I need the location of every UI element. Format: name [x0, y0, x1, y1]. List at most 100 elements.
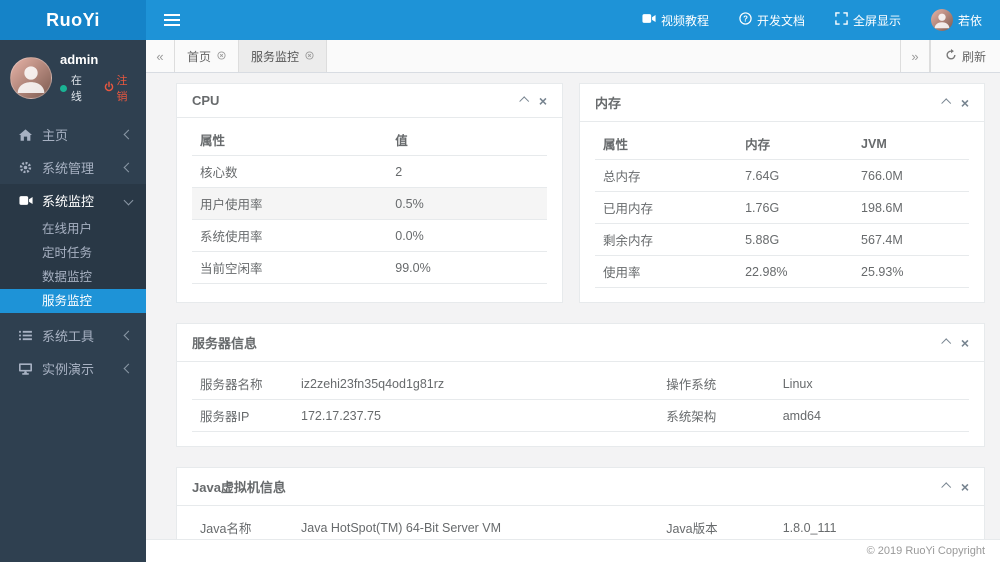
table-row: 服务器IP 172.17.237.75 系统架构 amd64	[192, 399, 969, 432]
table-cell: 服务器IP	[192, 399, 293, 432]
menu-label: 系统监控	[42, 194, 95, 209]
tabs-scroll-left-button[interactable]: «	[146, 40, 175, 72]
power-icon	[104, 81, 114, 95]
sidebar: admin 在线 注销 主页 系统管理 系统监控 在线用户 定时任务 数据监控 …	[0, 40, 146, 562]
table-cell: 1.8.0_111	[774, 512, 969, 539]
chevron-down-icon	[123, 195, 134, 206]
collapse-icon[interactable]	[941, 338, 951, 349]
list-icon	[18, 330, 33, 341]
video-icon	[642, 13, 656, 27]
tab-bar-spacer	[327, 40, 900, 72]
question-icon: ?	[739, 12, 752, 28]
collapse-icon[interactable]	[519, 96, 529, 107]
dev-docs-label: 开发文档	[756, 13, 805, 28]
table-cell: 已用内存	[595, 191, 738, 224]
tab-home[interactable]: 首页	[175, 40, 240, 72]
table-cell: Java HotSpot(TM) 64-Bit Server VM	[293, 512, 659, 539]
chevron-left-icon	[123, 162, 134, 173]
table-cell: 使用率	[595, 255, 738, 288]
close-icon[interactable]: ×	[539, 94, 547, 108]
user-menu[interactable]: 若依	[930, 9, 982, 31]
sidebar-group-system-monitor: 系统监控 在线用户 定时任务 数据监控 服务监控	[0, 184, 146, 313]
user-avatar[interactable]	[10, 57, 52, 99]
fullscreen-icon	[835, 12, 848, 28]
close-icon[interactable]: ×	[961, 480, 969, 494]
jvm-info-panel-header: Java虚拟机信息 ×	[177, 468, 984, 506]
table-cell: 7.64G	[737, 159, 854, 192]
sidebar-user-panel: admin 在线 注销	[0, 40, 146, 114]
copyright: © 2019 RuoYi Copyright	[866, 545, 985, 557]
tab-close-icon[interactable]	[305, 49, 314, 63]
refresh-button[interactable]: 刷新	[929, 40, 1000, 72]
collapse-icon[interactable]	[941, 482, 951, 493]
table-cell: Java名称	[192, 512, 293, 539]
camera-icon	[18, 195, 33, 206]
menu-label: 实例演示	[42, 362, 95, 377]
hamburger-icon	[164, 14, 180, 16]
table-cell: 2	[387, 155, 547, 188]
tab-close-icon[interactable]	[217, 49, 226, 63]
jvm-info-panel: Java虚拟机信息 × Java名称 Java HotSpot(TM) 64-B…	[176, 467, 985, 539]
tab-bar: « 首页 服务监控 » 刷新	[146, 40, 1000, 73]
sidebar-subitem-scheduled-tasks[interactable]: 定时任务	[0, 241, 146, 265]
table-cell: 1.76G	[737, 191, 854, 224]
top-header: RuoYi 视频教程 ? 开发文档 全屏显示 若依	[0, 0, 1000, 40]
fullscreen-button[interactable]: 全屏显示	[835, 12, 901, 29]
user-name: admin	[60, 52, 99, 67]
table-cell: Java版本	[658, 512, 775, 539]
table-row: 服务器名称 iz2zehi23fn35q4od1g81rz 操作系统 Linux	[192, 368, 969, 400]
sidebar-item-home[interactable]: 主页	[0, 118, 146, 151]
table-cell: iz2zehi23fn35q4od1g81rz	[293, 368, 659, 400]
svg-text:?: ?	[743, 14, 748, 23]
desktop-icon	[18, 362, 33, 375]
sidebar-item-system-admin[interactable]: 系统管理	[0, 151, 146, 184]
sidebar-menu: 主页 系统管理 系统监控 在线用户 定时任务 数据监控 服务监控 系统工具 实例…	[0, 118, 146, 385]
table-cell: 0.0%	[387, 219, 547, 252]
refresh-label: 刷新	[961, 49, 986, 64]
table-cell: 总内存	[595, 159, 738, 192]
sidebar-item-system-monitor[interactable]: 系统监控	[0, 184, 146, 217]
table-row: 总内存 7.64G 766.0M	[595, 159, 969, 192]
table-cell: 系统架构	[658, 399, 775, 432]
column-header: 属性	[595, 128, 738, 160]
table-row: 系统使用率 0.0%	[192, 219, 547, 252]
panel-title: 内存	[595, 96, 622, 111]
table-cell: 99.0%	[387, 251, 547, 284]
sidebar-item-system-tools[interactable]: 系统工具	[0, 319, 146, 352]
main-area: « 首页 服务监控 » 刷新 CPU × 属性 值 核心数 2 用户使用率 0.…	[146, 40, 1000, 562]
video-tutorial-link[interactable]: 视频教程	[642, 12, 709, 29]
close-icon[interactable]: ×	[961, 96, 969, 110]
sidebar-item-demo[interactable]: 实例演示	[0, 352, 146, 385]
online-status-label: 在线	[70, 75, 82, 103]
server-info-table: 服务器名称 iz2zehi23fn35q4od1g81rz 操作系统 Linux…	[192, 368, 969, 432]
column-header: 内存	[737, 128, 854, 160]
memory-table: 属性 内存 JVM 总内存 7.64G 766.0M 已用内存 1.76G 19…	[595, 128, 969, 288]
panel-title: 服务器信息	[192, 336, 258, 351]
cpu-panel: CPU × 属性 值 核心数 2 用户使用率 0.5% 系统使用率 0.0% 当…	[176, 83, 563, 303]
menu-label: 系统管理	[42, 161, 95, 176]
app-window: RuoYi 视频教程 ? 开发文档 全屏显示 若依 admin 在线 注销 主页…	[0, 0, 1000, 562]
tab-server-monitor[interactable]: 服务监控	[239, 40, 328, 72]
top-nav: 视频教程 ? 开发文档 全屏显示 若依	[146, 0, 1000, 40]
sidebar-subitem-server-monitor[interactable]: 服务监控	[0, 289, 146, 313]
logout-link[interactable]: 注销	[104, 72, 138, 104]
gear-icon	[18, 161, 33, 174]
user-menu-label: 若依	[957, 13, 982, 28]
chevron-left-icon	[123, 330, 134, 341]
sidebar-toggle-button[interactable]	[158, 7, 186, 33]
close-icon[interactable]: ×	[961, 336, 969, 350]
tab-label: 服务监控	[251, 49, 300, 64]
column-header: 值	[387, 124, 547, 156]
memory-panel-header: 内存 ×	[580, 84, 984, 122]
collapse-icon[interactable]	[941, 98, 951, 109]
tabs-scroll-right-button[interactable]: »	[899, 40, 930, 72]
chevron-left-icon	[123, 129, 134, 140]
fullscreen-label: 全屏显示	[852, 13, 901, 28]
logo[interactable]: RuoYi	[0, 0, 146, 40]
sidebar-subitem-data-monitor[interactable]: 数据监控	[0, 265, 146, 289]
sidebar-subitem-online-users[interactable]: 在线用户	[0, 217, 146, 241]
memory-panel: 内存 × 属性 内存 JVM 总内存 7.64G 766.0M 已用内存 1.7…	[579, 83, 985, 303]
dev-docs-link[interactable]: ? 开发文档	[739, 12, 805, 29]
refresh-icon	[945, 48, 957, 64]
home-icon	[18, 128, 33, 141]
